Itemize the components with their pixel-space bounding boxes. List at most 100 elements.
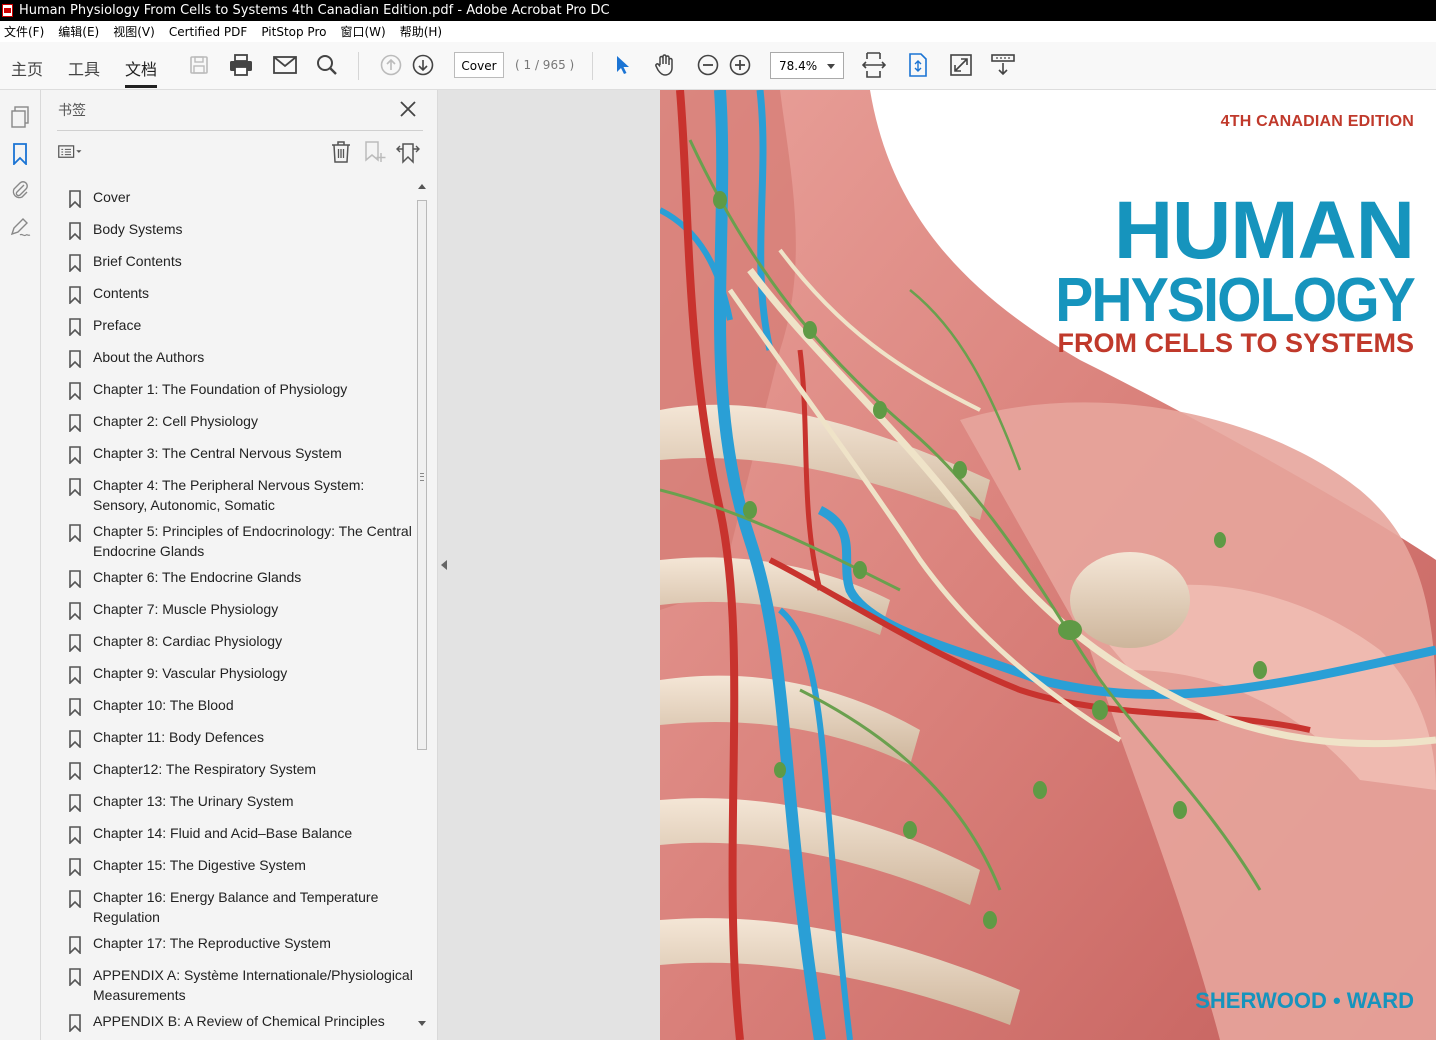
bookmark-icon (69, 570, 81, 588)
toolbar-separator (358, 52, 359, 80)
cover-edition: 4TH CANADIAN EDITION (1220, 113, 1414, 130)
bookmark-item[interactable]: Chapter 9: Vascular Physiology (63, 663, 413, 684)
bookmark-label: Chapter 6: The Endocrine Glands (93, 569, 302, 585)
fit-page-icon[interactable] (905, 52, 931, 78)
bookmark-item[interactable]: APPENDIX A: Système Internationale/Physi… (63, 965, 413, 1005)
expand-bookmark-icon[interactable] (394, 138, 422, 166)
tab-tools[interactable]: 工具 (68, 56, 100, 80)
bookmark-item[interactable]: Chapter 13: The Urinary System (63, 791, 413, 812)
attachment-icon[interactable] (7, 177, 33, 203)
bookmark-item[interactable]: Chapter 4: The Peripheral Nervous System… (63, 475, 413, 515)
bookmark-item[interactable]: Contents (63, 283, 413, 304)
bookmark-label: Chapter 2: Cell Physiology (93, 413, 258, 429)
zoom-in-icon[interactable] (727, 52, 753, 78)
menu-pitstop-pro[interactable]: PitStop Pro (261, 25, 326, 39)
bookmark-icon[interactable] (7, 141, 33, 167)
bookmark-item[interactable]: Chapter12: The Respiratory System (63, 759, 413, 780)
bookmark-icon (69, 666, 81, 684)
bookmark-icon (69, 350, 81, 368)
new-bookmark-icon[interactable] (361, 138, 389, 166)
bookmark-item[interactable]: Preface (63, 315, 413, 336)
menu-view[interactable]: 视图(V) (113, 23, 155, 40)
fit-width-icon[interactable] (861, 52, 887, 78)
bookmark-item[interactable]: Chapter 7: Muscle Physiology (63, 599, 413, 620)
bookmark-item[interactable]: Brief Contents (63, 251, 413, 272)
fullscreen-icon[interactable] (948, 52, 974, 78)
bookmark-icon (69, 602, 81, 620)
save-icon[interactable] (186, 52, 212, 78)
navigation-rail (0, 90, 41, 1040)
scroll-thumb[interactable] (417, 200, 427, 750)
bookmark-item[interactable]: Chapter 2: Cell Physiology (63, 411, 413, 432)
bookmark-item[interactable]: Chapter 17: The Reproductive System (63, 933, 413, 954)
bookmark-icon (69, 318, 81, 336)
menu-file[interactable]: 文件(F) (4, 23, 44, 40)
bookmark-options-icon[interactable] (57, 138, 85, 166)
menu-certified-pdf[interactable]: Certified PDF (169, 25, 248, 39)
bookmark-label: Chapter12: The Respiratory System (93, 761, 317, 777)
select-cursor-icon[interactable] (609, 52, 635, 78)
menu-window[interactable]: 窗口(W) (340, 23, 385, 40)
bookmark-item[interactable]: Chapter 5: Principles of Endocrinology: … (63, 521, 413, 561)
page-down-icon[interactable] (410, 52, 436, 78)
bookmark-label: Chapter 17: The Reproductive System (93, 935, 331, 951)
document-view[interactable]: 4TH CANADIAN EDITION HUMAN PHYSIOLOGY FR… (438, 90, 1436, 1040)
bookmark-item[interactable]: Chapter 8: Cardiac Physiology (63, 631, 413, 652)
tab-document[interactable]: 文档 (125, 56, 157, 80)
bookmark-list: Cover Body Systems Brief Contents Contents P… (63, 178, 413, 1033)
print-icon[interactable] (228, 52, 254, 78)
window-title: Human Physiology From Cells to Systems 4… (19, 3, 610, 18)
page-count: ( 1 / 965 ) (515, 58, 575, 72)
email-icon[interactable] (272, 52, 298, 78)
bookmark-label: Chapter 13: The Urinary System (93, 793, 294, 809)
bookmark-item[interactable]: Chapter 3: The Central Nervous System (63, 443, 413, 464)
signature-icon[interactable] (7, 214, 33, 240)
menu-edit[interactable]: 编辑(E) (58, 23, 99, 40)
zoom-select[interactable]: 78.4% (770, 52, 844, 79)
scroll-down-icon[interactable] (418, 1021, 426, 1026)
tab-home[interactable]: 主页 (11, 56, 43, 80)
zoom-out-icon[interactable] (695, 52, 721, 78)
search-icon[interactable] (314, 52, 340, 78)
bookmark-item[interactable]: Chapter 10: The Blood (63, 695, 413, 716)
bookmark-label: Chapter 11: Body Defences (93, 729, 264, 745)
bookmark-item[interactable]: About the Authors (63, 347, 413, 368)
menu-help[interactable]: 帮助(H) (400, 23, 442, 40)
close-icon[interactable] (397, 98, 419, 120)
collapse-panel-icon[interactable] (441, 560, 447, 570)
bookmarks-panel: 书签 Cover Body Systems Brief Contents Conten… (41, 90, 438, 1040)
bookmark-item[interactable]: Chapter 6: The Endocrine Glands (63, 567, 413, 588)
cover-authors: SHERWOOD • WARD (1195, 988, 1414, 1013)
active-tab-indicator (125, 85, 157, 88)
toolbar-separator (592, 52, 593, 80)
page-number-input[interactable]: Cover (454, 52, 504, 78)
bookmark-item[interactable]: Body Systems (63, 219, 413, 240)
bookmark-label: Chapter 9: Vascular Physiology (93, 665, 288, 681)
delete-icon[interactable] (327, 138, 355, 166)
bookmark-icon (69, 1014, 81, 1032)
bookmark-item[interactable]: Chapter 1: The Foundation of Physiology (63, 379, 413, 400)
bookmark-scrollbar[interactable] (415, 180, 429, 1030)
bookmark-item[interactable]: APPENDIX B: A Review of Chemical Princip… (63, 1011, 413, 1032)
bookmark-icon (69, 446, 81, 464)
bookmark-icon (69, 698, 81, 716)
bookmark-icon (69, 478, 81, 496)
scroll-up-icon[interactable] (418, 184, 426, 189)
pages-icon[interactable] (7, 104, 33, 130)
bookmark-label: Preface (93, 317, 142, 333)
bookmark-item[interactable]: Chapter 11: Body Defences (63, 727, 413, 748)
bookmark-item[interactable]: Chapter 14: Fluid and Acid–Base Balance (63, 823, 413, 844)
bookmark-icon (69, 524, 81, 542)
bookmark-item[interactable]: Chapter 15: The Digestive System (63, 855, 413, 876)
pdf-app-icon (2, 4, 13, 17)
chevron-down-icon (827, 64, 835, 69)
bookmark-label: Chapter 10: The Blood (93, 697, 234, 713)
bookmark-icon (69, 286, 81, 304)
hand-icon[interactable] (652, 52, 678, 78)
scroll-grip-icon (420, 473, 424, 481)
bookmark-item[interactable]: Cover (63, 187, 413, 208)
read-mode-icon[interactable] (990, 52, 1016, 78)
page-up-icon[interactable] (378, 52, 404, 78)
bookmark-item[interactable]: Chapter 16: Energy Balance and Temperatu… (63, 887, 413, 927)
bookmark-label: Body Systems (93, 221, 183, 237)
